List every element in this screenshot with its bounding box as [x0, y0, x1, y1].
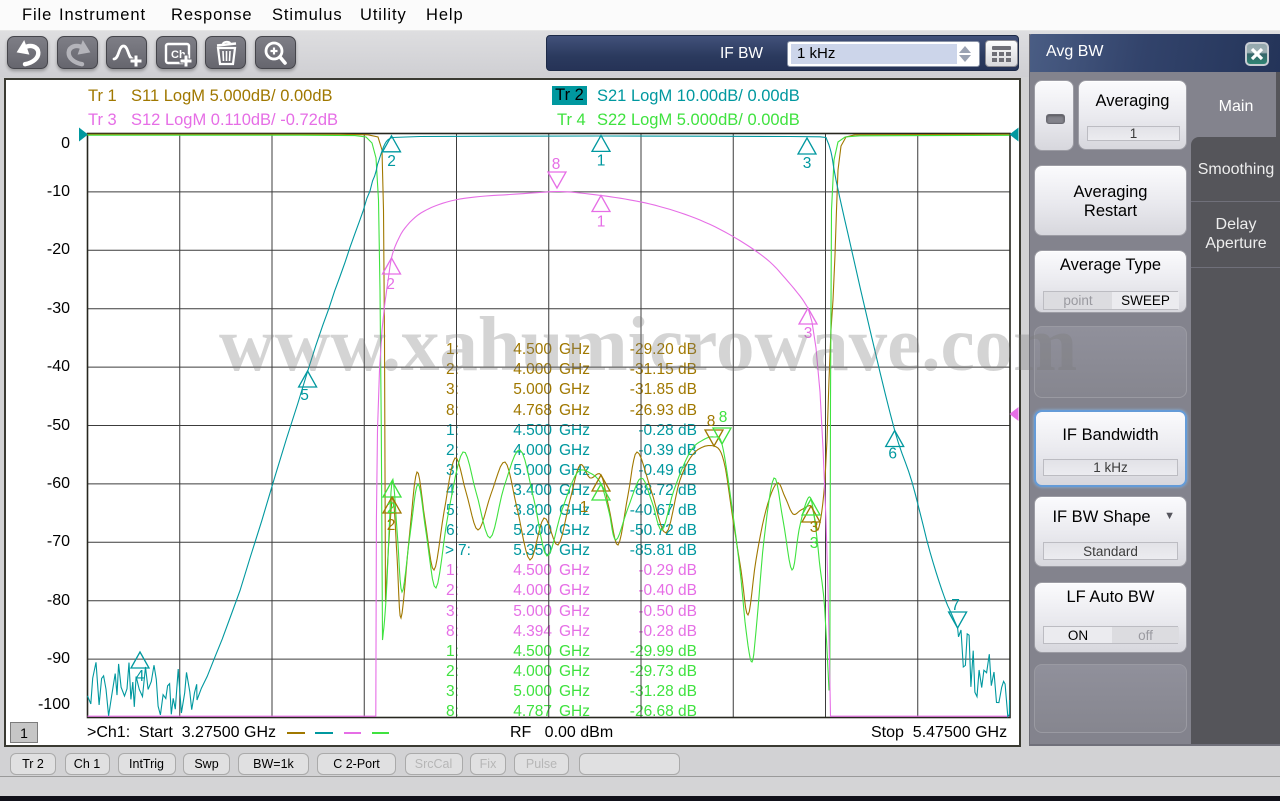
svg-text:3: 3	[803, 155, 812, 172]
svg-text:3: 3	[804, 325, 813, 342]
svg-text:1: 1	[580, 499, 589, 516]
svg-text:3: 3	[810, 535, 819, 552]
svg-text:5: 5	[300, 387, 309, 404]
svg-text:2: 2	[387, 500, 396, 517]
svg-text:1: 1	[597, 152, 606, 169]
svg-text:2: 2	[387, 153, 396, 170]
svg-text:2: 2	[386, 276, 395, 293]
svg-text:4: 4	[136, 668, 145, 685]
svg-text:3: 3	[810, 519, 819, 536]
svg-text:7: 7	[951, 597, 960, 614]
svg-text:1: 1	[597, 214, 606, 231]
svg-text:8: 8	[552, 156, 561, 173]
svg-text:2: 2	[387, 517, 396, 534]
svg-text:6: 6	[888, 446, 897, 463]
svg-text:8: 8	[719, 409, 728, 426]
